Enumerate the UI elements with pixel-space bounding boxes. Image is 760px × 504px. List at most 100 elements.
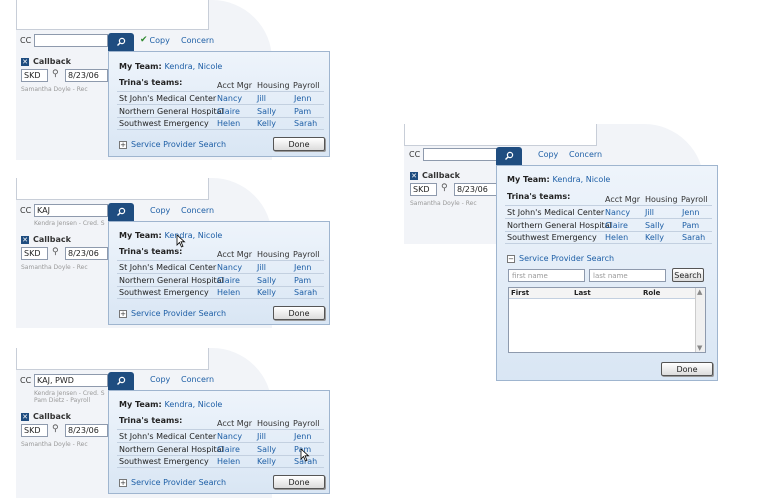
results-table[interactable]: First Last Role ▲ ▼ bbox=[508, 287, 706, 353]
callback-checkbox[interactable]: ✕ bbox=[21, 412, 29, 421]
copy-link[interactable]: Copy bbox=[538, 150, 558, 159]
housing-link[interactable]: Sally bbox=[645, 221, 664, 230]
housing-link[interactable]: Jill bbox=[257, 432, 266, 441]
copy-link[interactable]: Copy bbox=[150, 36, 170, 45]
callback-checkbox[interactable]: ✕ bbox=[410, 171, 418, 180]
table-row: Northern General Hospital Claire Sally P… bbox=[117, 442, 324, 455]
done-button[interactable]: Done bbox=[661, 362, 713, 376]
service-provider-search-toggle[interactable]: − Service Provider Search bbox=[507, 254, 614, 263]
concern-link[interactable]: Concern bbox=[181, 375, 214, 384]
payroll-link[interactable]: Pam bbox=[294, 107, 311, 116]
acct-mgr-link[interactable]: Claire bbox=[217, 276, 240, 285]
copy-link[interactable]: Copy bbox=[150, 375, 170, 384]
concern-link[interactable]: Concern bbox=[569, 150, 602, 159]
date-input[interactable]: 8/23/06 bbox=[65, 69, 108, 82]
cc-suggestion[interactable]: Kendra Jensen - Cred. S bbox=[34, 220, 105, 227]
housing-link[interactable]: Sally bbox=[257, 276, 276, 285]
scroll-up-icon[interactable]: ▲ bbox=[697, 288, 702, 296]
scroll-down-icon[interactable]: ▼ bbox=[697, 344, 702, 352]
search-button[interactable]: Search bbox=[672, 268, 704, 282]
cc-label: CC bbox=[409, 150, 421, 159]
acct-mgr-link[interactable]: Claire bbox=[217, 445, 240, 454]
acct-mgr-link[interactable]: Helen bbox=[217, 288, 240, 297]
search-icon bbox=[117, 37, 126, 46]
housing-link[interactable]: Sally bbox=[257, 445, 276, 454]
acct-mgr-link[interactable]: Nancy bbox=[605, 208, 630, 217]
initials-input[interactable]: SKD bbox=[21, 247, 48, 260]
copy-link[interactable]: Copy bbox=[150, 206, 170, 215]
message-box[interactable] bbox=[16, 0, 209, 30]
payroll-link[interactable]: Sarah bbox=[682, 233, 705, 242]
service-provider-search-toggle[interactable]: + Service Provider Search bbox=[119, 140, 226, 149]
message-box[interactable] bbox=[16, 348, 209, 370]
payroll-link[interactable]: Jenn bbox=[294, 263, 311, 272]
lookup-icon[interactable]: ⚲ bbox=[52, 424, 59, 434]
done-button[interactable]: Done bbox=[273, 306, 325, 320]
service-provider-search-toggle[interactable]: + Service Provider Search bbox=[119, 478, 226, 487]
cc-input[interactable] bbox=[423, 148, 497, 161]
rep-name: Samantha Doyle - Rec bbox=[21, 86, 88, 93]
acct-mgr-link[interactable]: Claire bbox=[217, 107, 240, 116]
initials-input[interactable]: SKD bbox=[21, 69, 48, 82]
search-tab[interactable] bbox=[496, 147, 522, 165]
my-team-names[interactable]: Kendra, Nicole bbox=[165, 62, 223, 71]
housing-link[interactable]: Sally bbox=[257, 107, 276, 116]
cc-suggestion[interactable]: Pam Dietz - Payroll bbox=[34, 397, 90, 404]
housing-link[interactable]: Jill bbox=[257, 94, 266, 103]
payroll-link[interactable]: Sarah bbox=[294, 119, 317, 128]
cc-suggestion[interactable]: Kendra Jensen - Cred. S bbox=[34, 390, 105, 397]
service-provider-search-toggle[interactable]: + Service Provider Search bbox=[119, 309, 226, 318]
acct-mgr-link[interactable]: Helen bbox=[217, 119, 240, 128]
cc-input[interactable]: KAJ bbox=[34, 204, 108, 217]
concern-link[interactable]: Concern bbox=[181, 206, 214, 215]
col-payroll: Payroll bbox=[681, 195, 708, 204]
message-box[interactable] bbox=[404, 124, 597, 146]
done-button[interactable]: Done bbox=[273, 475, 325, 489]
housing-link[interactable]: Kelly bbox=[257, 288, 276, 297]
my-team-names[interactable]: Kendra, Nicole bbox=[553, 175, 611, 184]
housing-link[interactable]: Kelly bbox=[257, 457, 276, 466]
callback-checkbox[interactable]: ✕ bbox=[21, 235, 29, 244]
last-name-input[interactable]: last name bbox=[589, 269, 666, 282]
table-row: Northern General Hospital Claire Sally P… bbox=[505, 218, 712, 231]
lookup-icon[interactable]: ⚲ bbox=[52, 69, 59, 79]
acct-mgr-link[interactable]: Claire bbox=[605, 221, 628, 230]
org-name: Northern General Hospital bbox=[119, 444, 224, 454]
my-team-names[interactable]: Kendra, Nicole bbox=[165, 400, 223, 409]
acct-mgr-link[interactable]: Nancy bbox=[217, 94, 242, 103]
search-tab[interactable] bbox=[108, 372, 134, 390]
lookup-icon[interactable]: ⚲ bbox=[441, 183, 448, 193]
payroll-link[interactable]: Sarah bbox=[294, 288, 317, 297]
acct-mgr-link[interactable]: Nancy bbox=[217, 263, 242, 272]
search-tab[interactable] bbox=[108, 33, 134, 51]
callback-checkbox[interactable]: ✕ bbox=[21, 57, 29, 66]
housing-link[interactable]: Kelly bbox=[645, 233, 664, 242]
acct-mgr-link[interactable]: Helen bbox=[605, 233, 628, 242]
first-name-input[interactable]: first name bbox=[508, 269, 585, 282]
payroll-link[interactable]: Pam bbox=[682, 221, 699, 230]
housing-link[interactable]: Jill bbox=[257, 263, 266, 272]
lookup-icon[interactable]: ⚲ bbox=[52, 247, 59, 257]
payroll-link[interactable]: Jenn bbox=[294, 94, 311, 103]
initials-input[interactable]: SKD bbox=[410, 183, 437, 196]
housing-link[interactable]: Jill bbox=[645, 208, 654, 217]
results-scrollbar[interactable]: ▲ ▼ bbox=[695, 288, 705, 352]
done-button[interactable]: Done bbox=[273, 137, 325, 151]
housing-link[interactable]: Kelly bbox=[257, 119, 276, 128]
date-input[interactable]: 8/23/06 bbox=[65, 424, 108, 437]
cc-input[interactable] bbox=[34, 34, 108, 47]
payroll-link[interactable]: Jenn bbox=[682, 208, 699, 217]
date-input[interactable]: 8/23/06 bbox=[454, 183, 497, 196]
cc-input[interactable]: KAJ, PWD bbox=[34, 374, 108, 387]
message-box[interactable] bbox=[16, 178, 209, 200]
acct-mgr-link[interactable]: Nancy bbox=[217, 432, 242, 441]
search-tab[interactable] bbox=[108, 203, 134, 221]
concern-link[interactable]: Concern bbox=[181, 36, 214, 45]
initials-input[interactable]: SKD bbox=[21, 424, 48, 437]
my-team-names[interactable]: Kendra, Nicole bbox=[165, 231, 223, 240]
col-last: Last bbox=[574, 289, 591, 297]
acct-mgr-link[interactable]: Helen bbox=[217, 457, 240, 466]
date-input[interactable]: 8/23/06 bbox=[65, 247, 108, 260]
payroll-link[interactable]: Jenn bbox=[294, 432, 311, 441]
payroll-link[interactable]: Pam bbox=[294, 276, 311, 285]
